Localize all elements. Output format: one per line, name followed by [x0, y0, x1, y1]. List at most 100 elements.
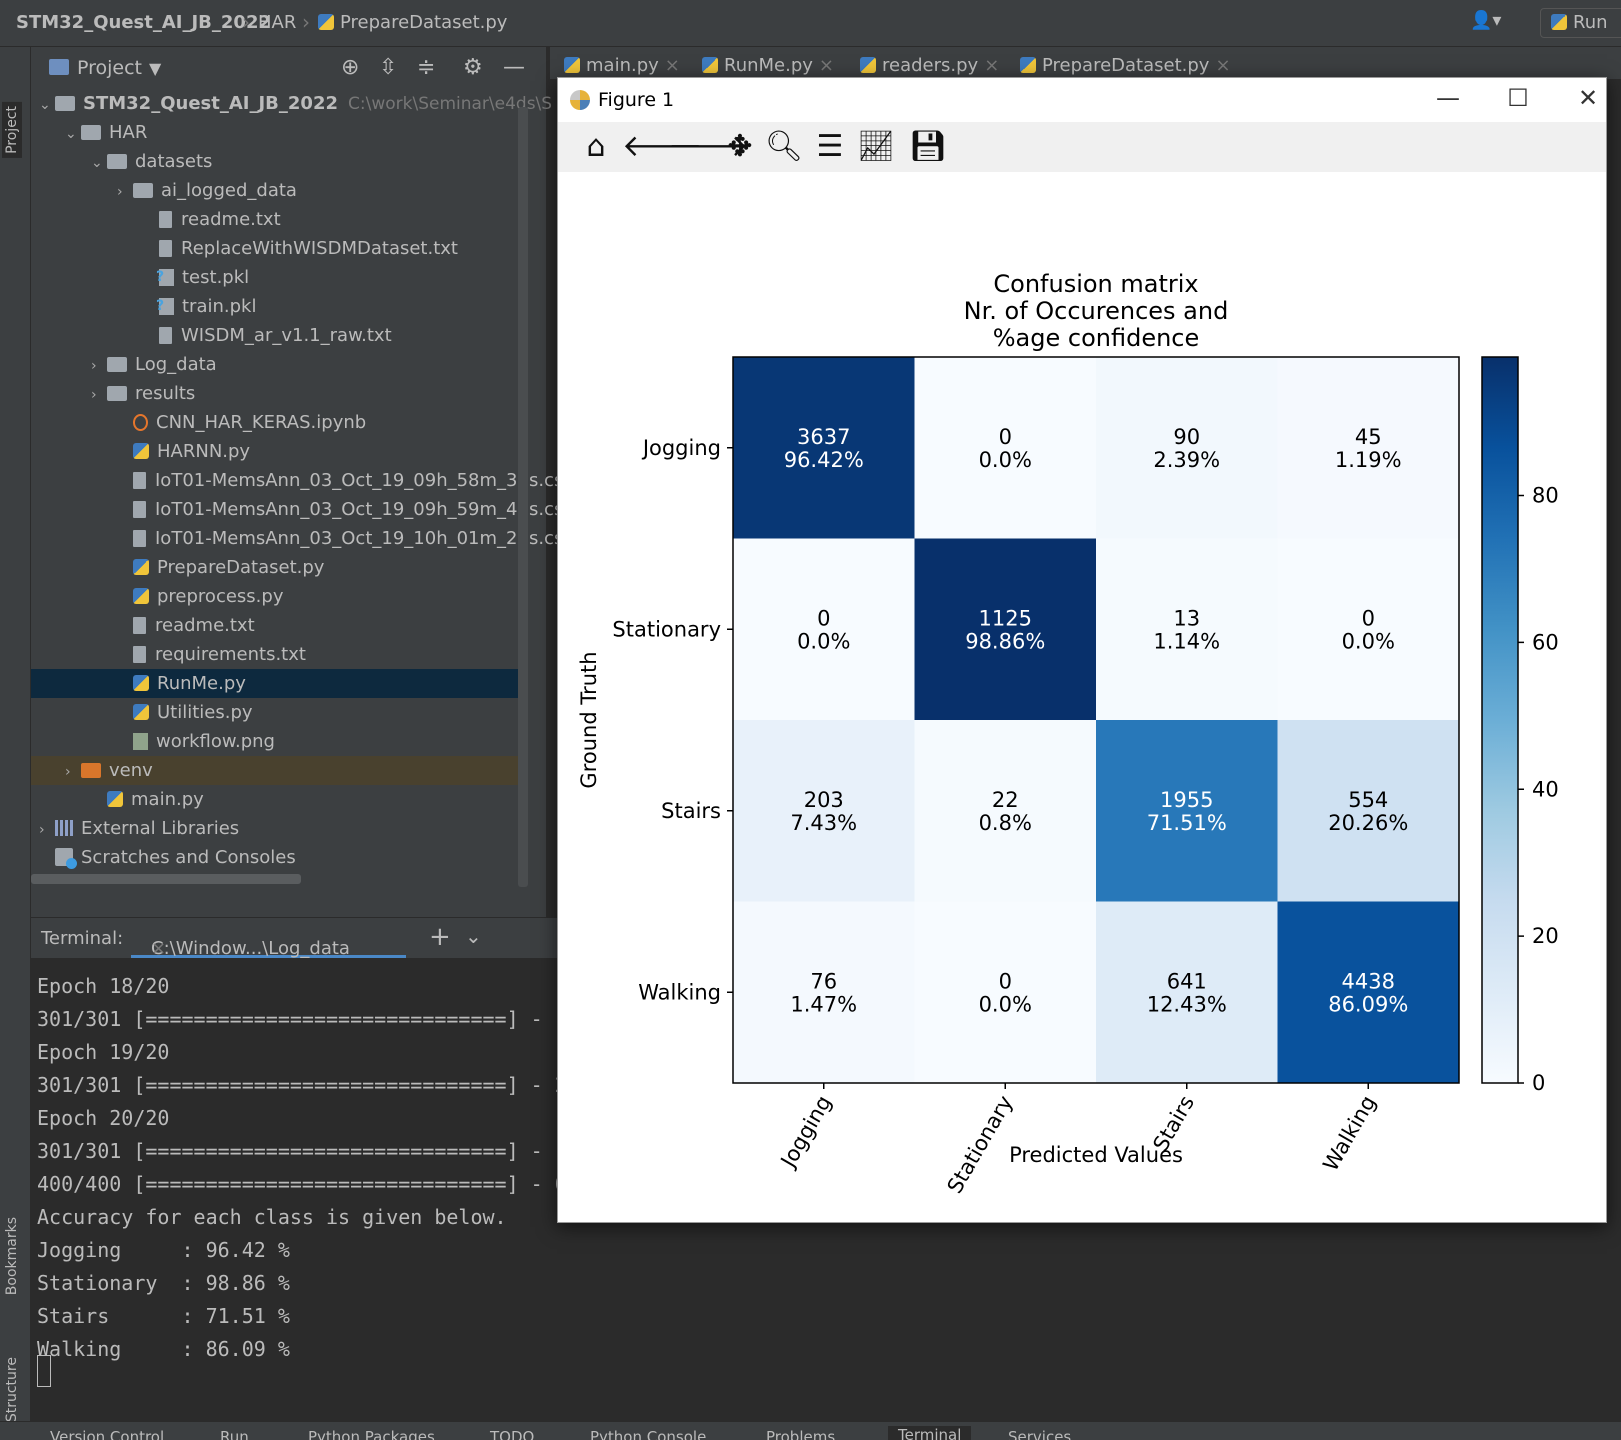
tree-item[interactable]: readme.txt	[31, 611, 518, 640]
tree-item[interactable]: test.pkl	[31, 263, 518, 292]
tree-item[interactable]: › venv	[31, 756, 518, 785]
tree-item[interactable]: train.pkl	[31, 292, 518, 321]
left-tool-strip: Project Bookmarks Structure	[0, 47, 31, 1422]
tree-item[interactable]: IoT01-MemsAnn_03_Oct_19_10h_01m_26s.csv	[31, 524, 574, 553]
run-config-button[interactable]: Run	[1540, 8, 1621, 38]
add-terminal-icon[interactable]: +	[429, 922, 451, 952]
editor-tab-readers[interactable]: readers.py ×	[860, 55, 999, 76]
tree-item[interactable]: ⌄ HAR	[31, 118, 518, 147]
tool-window-button[interactable]: Python Console	[590, 1428, 706, 1440]
home-icon[interactable]: ⌂	[576, 128, 616, 166]
tree-item[interactable]: RunMe.py	[31, 669, 518, 698]
tree-item[interactable]: CNN_HAR_KERAS.ipynb	[31, 408, 518, 437]
tree-item[interactable]: readme.txt	[31, 205, 518, 234]
chevron-right-icon[interactable]: ›	[91, 381, 107, 410]
tree-item[interactable]: PrepareDataset.py	[31, 553, 518, 582]
chart-title: %age confidence	[993, 324, 1200, 352]
chevron-right-icon[interactable]: ›	[39, 816, 55, 845]
gear-icon[interactable]: ⚙	[463, 55, 483, 80]
editor-tab-main[interactable]: main.py ×	[564, 55, 680, 76]
breadcrumb-project[interactable]: STM32_Quest_AI_JB_2022	[16, 12, 271, 33]
tool-window-button[interactable]: Services	[1008, 1428, 1071, 1440]
breadcrumb-file[interactable]: PrepareDataset.py	[318, 12, 507, 33]
tree-item[interactable]: › External Libraries	[31, 814, 518, 843]
tool-window-button[interactable]: Run	[220, 1428, 249, 1440]
chevron-down-icon[interactable]: ▼	[149, 59, 161, 78]
y-tick-label: Stationary	[612, 617, 721, 641]
python-file-icon	[702, 57, 718, 73]
tree-item[interactable]: IoT01-MemsAnn_03_Oct_19_09h_58m_33s.csv	[31, 466, 574, 495]
text-file-icon	[133, 617, 146, 634]
back-icon[interactable]: 🡐	[622, 128, 702, 166]
tree-horizontal-scrollbar[interactable]	[31, 874, 301, 884]
tool-window-button[interactable]: TODO	[490, 1428, 534, 1440]
forward-icon[interactable]: 🡒	[668, 128, 748, 166]
chevron-down-icon[interactable]: ⌄	[39, 91, 55, 120]
tool-window-button[interactable]: Terminal	[888, 1426, 972, 1440]
edit-axis-icon[interactable]: 📈︎	[856, 128, 896, 166]
cell-percent-label: 98.86%	[965, 629, 1045, 653]
tool-tab-bookmarks[interactable]: Bookmarks	[4, 1217, 20, 1295]
save-icon[interactable]: 💾︎	[908, 128, 948, 166]
text-file-icon	[133, 646, 146, 663]
cell-count-label: 203	[804, 788, 844, 812]
terminal-output[interactable]: Epoch 18/20 301/301 [====================…	[31, 958, 591, 1420]
close-icon[interactable]: ×	[984, 55, 999, 76]
chevron-right-icon[interactable]: ›	[91, 352, 107, 381]
tool-window-button[interactable]: Problems	[766, 1428, 835, 1440]
editor-tab-runme[interactable]: RunMe.py ×	[702, 55, 834, 76]
close-icon[interactable]: ×	[151, 938, 166, 959]
chevron-right-icon[interactable]: ›	[117, 178, 133, 207]
tree-item[interactable]: ⌄ datasets	[31, 147, 518, 176]
terminal-tab[interactable]: C:\Window...\Log_data ×	[131, 918, 406, 959]
subplots-icon[interactable]: ☰	[810, 128, 850, 166]
tool-tab-structure[interactable]: Structure	[4, 1357, 20, 1422]
tree-item[interactable]: › Log_data	[31, 350, 518, 379]
tool-window-button[interactable]: Version Control	[50, 1428, 164, 1440]
close-icon[interactable]: ×	[665, 55, 680, 76]
locate-icon[interactable]: ⊕	[341, 55, 359, 80]
close-icon[interactable]: ✕	[1568, 84, 1608, 112]
chevron-down-icon[interactable]: ⌄	[91, 149, 107, 178]
folder-icon	[107, 386, 127, 401]
tree-item[interactable]: preprocess.py	[31, 582, 518, 611]
chevron-down-icon[interactable]: ⌄	[465, 924, 482, 948]
tree-item[interactable]: requirements.txt	[31, 640, 518, 669]
figure-canvas[interactable]: Confusion matrix Nr. of Occurences and %ag…	[558, 172, 1606, 1222]
expand-all-icon[interactable]: ⇳	[379, 55, 397, 80]
hide-panel-icon[interactable]: —	[503, 55, 525, 80]
text-file-icon	[133, 472, 146, 489]
close-icon[interactable]: ×	[1215, 55, 1230, 76]
tree-item[interactable]: Scratches and Consoles	[31, 843, 518, 872]
tree-item[interactable]: workflow.png	[31, 727, 518, 756]
tree-item[interactable]: IoT01-MemsAnn_03_Oct_19_09h_59m_42s.csv	[31, 495, 574, 524]
cell-percent-label: 12.43%	[1147, 992, 1227, 1016]
terminal-line: Stairs : 71.51 %	[37, 1304, 290, 1328]
tree-item[interactable]: › ai_logged_data	[31, 176, 518, 205]
tree-item[interactable]: ReplaceWithWISDMDataset.txt	[31, 234, 518, 263]
user-menu-button[interactable]: 👤▾	[1470, 10, 1514, 36]
terminal-label: Terminal:	[41, 928, 124, 949]
text-file-icon	[159, 211, 172, 228]
project-panel-title[interactable]: Project	[77, 57, 142, 79]
tree-item[interactable]: ⌄ STM32_Quest_AI_JB_2022 C:\work\Seminar\e…	[31, 89, 552, 120]
tree-item[interactable]: HARNN.py	[31, 437, 518, 466]
chevron-right-icon[interactable]: ›	[65, 758, 81, 787]
tree-item[interactable]: WISDM_ar_v1.1_raw.txt	[31, 321, 518, 350]
tool-tab-project[interactable]: Project	[2, 102, 22, 158]
close-icon[interactable]: ×	[819, 55, 834, 76]
chevron-down-icon[interactable]: ⌄	[65, 120, 81, 149]
tool-window-button[interactable]: Python Packages	[308, 1428, 435, 1440]
breadcrumb-folder[interactable]: HAR	[258, 12, 296, 33]
tree-item[interactable]: Utilities.py	[31, 698, 518, 727]
tree-vertical-scrollbar[interactable]	[518, 107, 528, 887]
zoom-icon[interactable]: 🔍︎	[764, 128, 804, 166]
editor-tab-preparedataset[interactable]: PrepareDataset.py ×	[1020, 55, 1231, 76]
minimize-icon[interactable]: —	[1428, 84, 1468, 112]
collapse-all-icon[interactable]: ≑	[417, 55, 435, 80]
tree-item[interactable]: main.py	[31, 785, 518, 814]
maximize-icon[interactable]: ☐	[1498, 84, 1538, 112]
pan-icon[interactable]: ✥	[720, 128, 760, 166]
tree-item[interactable]: › results	[31, 379, 518, 408]
tree-item-label: results	[135, 383, 196, 404]
